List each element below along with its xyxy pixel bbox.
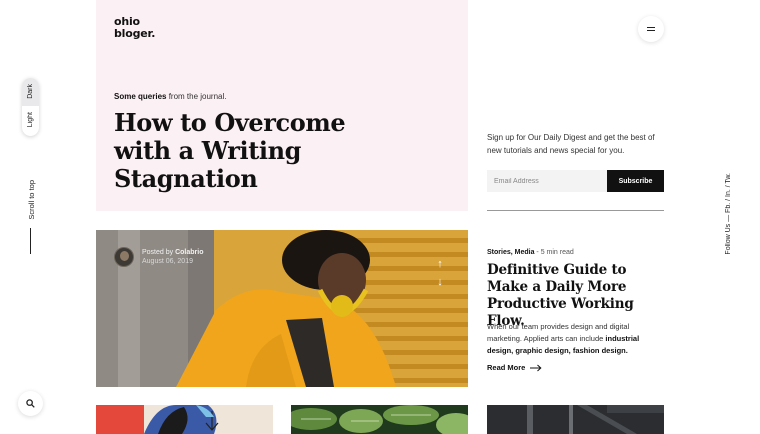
read-more-label: Read More: [487, 363, 526, 372]
newsletter-divider: [487, 210, 664, 211]
slider-arrows: ↑ ↓: [434, 255, 446, 291]
hero-kicker-bold: Some queries: [114, 92, 167, 101]
article-category-link[interactable]: Stories, Media: [487, 249, 534, 256]
site-logo[interactable]: ohio bloger.: [114, 16, 155, 40]
post-card-image-3[interactable]: [487, 405, 664, 434]
scroll-line-divider: [30, 228, 31, 254]
logo-line-2: bloger.: [114, 27, 156, 40]
scroll-to-top-link[interactable]: Scroll to top: [27, 180, 36, 220]
author-avatar[interactable]: [114, 247, 134, 267]
read-more-link[interactable]: Read More: [487, 363, 542, 372]
posted-by-prefix: Posted by: [142, 249, 176, 256]
subscribe-button[interactable]: Subscribe: [607, 170, 664, 192]
email-field[interactable]: [487, 170, 607, 192]
search-icon: [26, 399, 35, 408]
theme-dark-label[interactable]: Dark: [27, 84, 34, 99]
newsletter-text: Sign up for Our Daily Digest and get the…: [487, 133, 655, 155]
author-link[interactable]: Colabrio: [175, 249, 203, 256]
arrow-up-icon[interactable]: ↑: [434, 255, 446, 273]
article-read-time: - 5 min read: [534, 249, 574, 256]
theme-light-label[interactable]: Light: [27, 112, 34, 127]
arrow-down-icon[interactable]: ↓: [434, 273, 446, 291]
hero-kicker-rest: from the journal.: [166, 92, 227, 101]
hero-kicker: Some queries from the journal.: [114, 92, 227, 101]
post-date: August 06, 2019: [142, 258, 193, 265]
arrow-right-icon: [530, 364, 542, 371]
hero-title[interactable]: How to Overcome with a Writing Stagnatio…: [114, 109, 374, 193]
social-links[interactable]: Follow Us — Fb. / In. / Tw.: [725, 173, 732, 255]
menu-button[interactable]: [638, 16, 664, 42]
posted-by-line: Posted by Colabrio: [142, 248, 203, 257]
search-button[interactable]: [18, 391, 43, 416]
article-excerpt: When our team provides design and digita…: [487, 321, 665, 357]
article-category: Stories, Media - 5 min read: [487, 249, 574, 256]
article-title[interactable]: Definitive Guide to Make a Daily More Pr…: [487, 262, 662, 330]
post-card-image-1[interactable]: [96, 405, 273, 434]
post-card-image-2[interactable]: [291, 405, 468, 434]
post-meta: Posted by Colabrio August 06, 2019: [114, 247, 203, 267]
